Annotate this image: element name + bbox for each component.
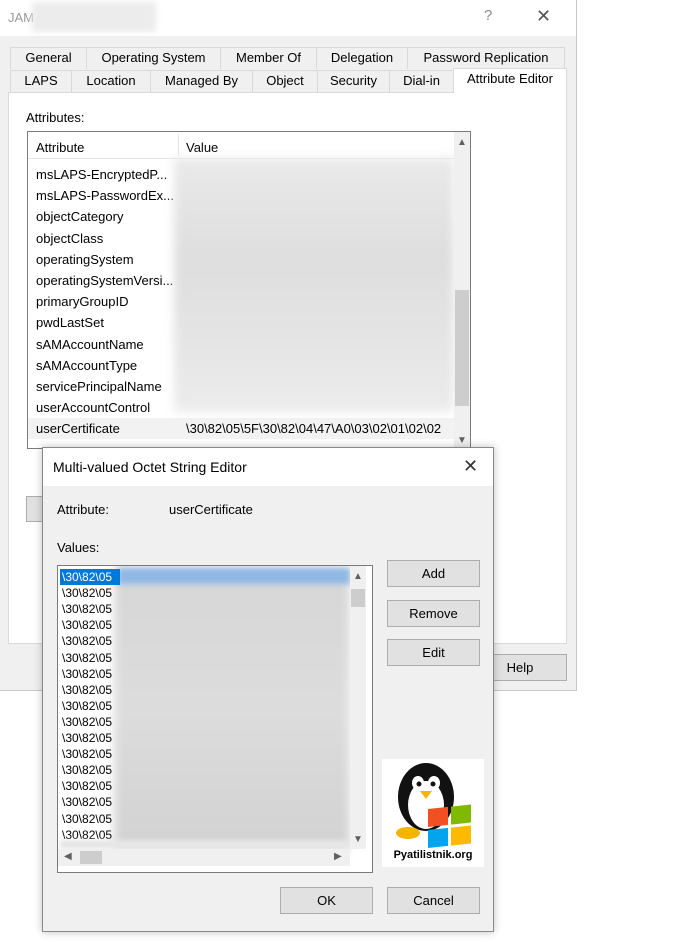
attribute-name: primaryGroupID [36,294,129,310]
pyatilistnik-logo: Pyatilistnik.org [382,759,484,867]
column-header-value[interactable]: Value [186,140,218,155]
edit-button[interactable]: Edit [387,639,480,666]
attribute-name: operatingSystemVersi... [36,273,174,288]
scroll-down-arrow-icon[interactable]: ▼ [353,834,363,845]
value-item[interactable]: \30\82\05 [62,617,112,633]
dialog-title-bar: Multi-valued Octet String Editor ✕ [43,448,493,486]
tab-location[interactable]: Location [71,70,151,92]
attribute-name: sAMAccountName [36,336,144,352]
ok-button[interactable]: OK [280,887,373,914]
value-item[interactable]: \30\82\05 [62,778,112,794]
remove-button[interactable]: Remove [387,600,480,627]
tab-operating-system[interactable]: Operating System [86,47,221,69]
octet-string-editor-dialog: Multi-valued Octet String Editor ✕ Attri… [42,447,494,932]
tab-member-of[interactable]: Member Of [220,47,317,69]
value-item[interactable]: \30\82\05 [62,682,112,698]
close-icon[interactable]: ✕ [536,6,551,27]
cancel-button[interactable]: Cancel [387,887,480,914]
attribute-value: userCertificate [169,502,253,517]
tab-laps[interactable]: LAPS [10,70,72,92]
value-item[interactable]: \30\82\05 [62,762,112,778]
attribute-name: objectClass [36,230,104,246]
tab-delegation[interactable]: Delegation [316,47,408,69]
attribute-name: msLAPS-EncryptedP... [36,167,168,182]
logo-text: Pyatilistnik.org [393,849,473,861]
column-header-attribute[interactable]: Attribute [36,140,84,155]
attributes-vertical-scrollbar[interactable]: ▲ ▼ [454,132,470,448]
value-item[interactable]: \30\82\05 [62,730,112,746]
add-button[interactable]: Add [387,560,480,587]
value-item[interactable]: \30\82\05 [62,633,112,649]
scroll-up-arrow-icon[interactable]: ▲ [457,137,467,148]
scroll-right-arrow-icon[interactable]: ▶ [334,851,342,862]
value-item[interactable]: \30\82\05 [62,714,112,730]
redacted-values [174,158,454,412]
scroll-thumb[interactable] [80,851,102,864]
attribute-value: \30\82\05\5F\30\82\04\47\A0\03\02\01\02\… [186,421,442,437]
redacted-title [32,2,156,32]
attribute-name: userAccountControl [36,400,151,416]
values-horizontal-scrollbar[interactable]: ◀ ▶ [58,849,350,866]
scroll-down-arrow-icon[interactable]: ▼ [457,435,467,446]
attribute-name: pwdLastSet [36,315,104,331]
attribute-name: objectCategory [36,209,124,225]
scroll-up-arrow-icon[interactable]: ▲ [353,571,363,582]
value-item[interactable]: \30\82\05 [60,569,120,585]
value-item[interactable]: \30\82\05 [62,698,112,714]
attribute-name: servicePrincipalName [36,379,162,394]
attributes-label: Attributes: [26,110,85,125]
value-item[interactable]: \30\82\05 [62,601,112,617]
dialog-title: Multi-valued Octet String Editor [53,459,247,475]
attribute-name: operatingSystem [36,251,134,267]
attribute-name: sAMAccountType [36,357,138,373]
scroll-thumb[interactable] [455,290,469,406]
value-item[interactable]: \30\82\05 [62,650,112,666]
partial-row [60,840,350,849]
tab-security[interactable]: Security [317,70,390,92]
penguin-windows-logo-icon [396,763,471,848]
values-list[interactable]: \30\82\05 \30\82\05 \30\82\05 \30\82\05 \30\… [57,565,373,873]
scroll-left-arrow-icon[interactable]: ◀ [64,851,72,862]
tab-dial-in[interactable]: Dial-in [389,70,454,92]
tab-object[interactable]: Object [252,70,318,92]
window-title: JAM [8,10,34,25]
help-icon[interactable]: ? [484,7,492,24]
value-item[interactable]: \30\82\05 [62,794,112,810]
attribute-row[interactable]: userCertificate \30\82\05\5F\30\82\04\47\… [28,418,454,440]
tab-managed-by[interactable]: Managed By [150,70,253,92]
attributes-list-header: Attribute Value [28,132,454,159]
title-bar: JAM ? ✕ [0,0,576,36]
value-item[interactable]: \30\82\05 [62,666,112,682]
tab-general[interactable]: General [10,47,87,69]
tab-password-replication[interactable]: Password Replication [407,47,565,69]
selection-highlight [118,568,350,584]
tab-attribute-editor[interactable]: Attribute Editor [453,68,567,93]
scroll-thumb[interactable] [351,589,365,607]
attribute-label: Attribute: [57,502,110,517]
dialog-close-icon[interactable]: ✕ [463,456,478,477]
attributes-list[interactable]: Attribute Value msLAPS-EncryptedP... msLA… [27,131,471,449]
attribute-name: msLAPS-PasswordEx... [36,188,174,204]
redacted-values [114,568,350,848]
values-label: Values: [57,540,100,555]
column-divider [178,134,179,156]
value-item[interactable]: \30\82\05 [62,746,112,762]
attribute-name: userCertificate [36,421,120,437]
value-item[interactable]: \30\82\05 [62,811,112,827]
values-vertical-scrollbar[interactable]: ▲ ▼ [350,566,366,849]
value-item[interactable]: \30\82\05 [62,585,112,601]
